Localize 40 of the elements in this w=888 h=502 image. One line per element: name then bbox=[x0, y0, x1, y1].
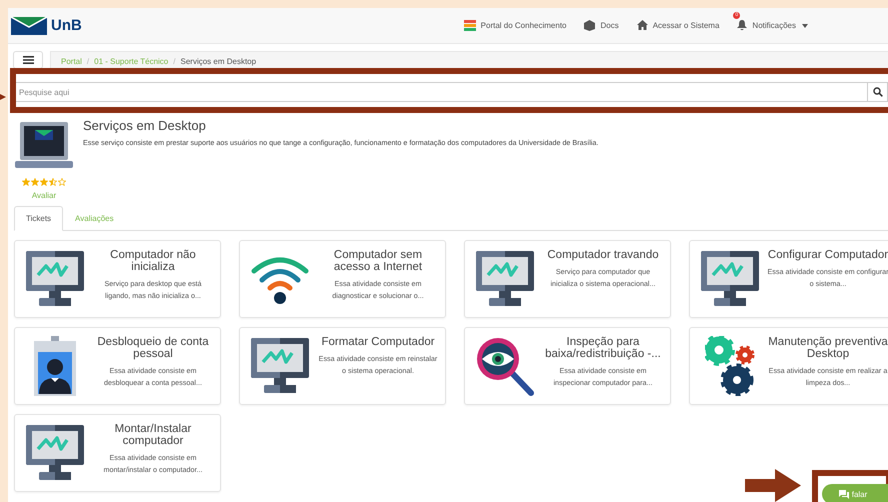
home-icon bbox=[636, 20, 648, 30]
card-title: Computador não inicializa bbox=[109, 249, 197, 273]
logo-text[interactable]: UnB bbox=[51, 17, 82, 34]
breadcrumb-separator: / bbox=[86, 56, 90, 66]
flag-logo-icon bbox=[11, 16, 47, 34]
monitor-icon bbox=[701, 251, 759, 307]
nav-link[interactable]: Acessar o Sistema bbox=[636, 20, 720, 30]
tab[interactable]: Tickets bbox=[14, 206, 64, 231]
monitor-icon bbox=[26, 425, 84, 481]
box-icon bbox=[584, 20, 596, 31]
card-title: Manutenção preventiva Desktop bbox=[767, 336, 888, 360]
menu-icon bbox=[22, 56, 34, 64]
chat-icon bbox=[838, 490, 849, 498]
id-badge-icon bbox=[34, 336, 76, 396]
laptop-icon bbox=[15, 122, 73, 169]
menu-button[interactable] bbox=[13, 51, 43, 69]
magnifier-eye-icon bbox=[475, 336, 535, 396]
card-title: Configurar Computador bbox=[767, 249, 888, 261]
monitor-icon bbox=[251, 338, 309, 394]
gears-icon bbox=[705, 336, 755, 396]
pointer-arrow-icon bbox=[745, 469, 801, 502]
breadcrumb-separator: / bbox=[173, 56, 176, 66]
card-title: Computador sem acesso a Internet bbox=[332, 249, 424, 273]
card-title: Formatar Computador bbox=[320, 336, 436, 348]
card-title: Computador travando bbox=[546, 249, 660, 261]
nav-link[interactable]: Notificações bbox=[737, 20, 808, 31]
card-title: Montar/Instalar computador bbox=[114, 423, 192, 447]
monitor-icon bbox=[476, 251, 534, 307]
monitor-icon bbox=[26, 251, 84, 307]
books-icon bbox=[464, 20, 476, 31]
card-title: Desbloqueio de conta pessoal bbox=[96, 336, 210, 360]
nav-link[interactable]: Portal do Conhecimento bbox=[464, 20, 566, 31]
pointer-arrow-icon bbox=[0, 94, 6, 100]
service-title: Serviços em Desktop bbox=[83, 118, 207, 133]
search-icon bbox=[872, 87, 882, 97]
search-button[interactable] bbox=[868, 82, 888, 102]
card-title: Inspeção para baixa/redistribuição -... bbox=[544, 336, 662, 360]
bell-icon bbox=[737, 20, 748, 31]
nav-link[interactable]: Docs bbox=[584, 20, 619, 31]
breadcrumb-current: Serviços em Desktop bbox=[180, 56, 256, 66]
